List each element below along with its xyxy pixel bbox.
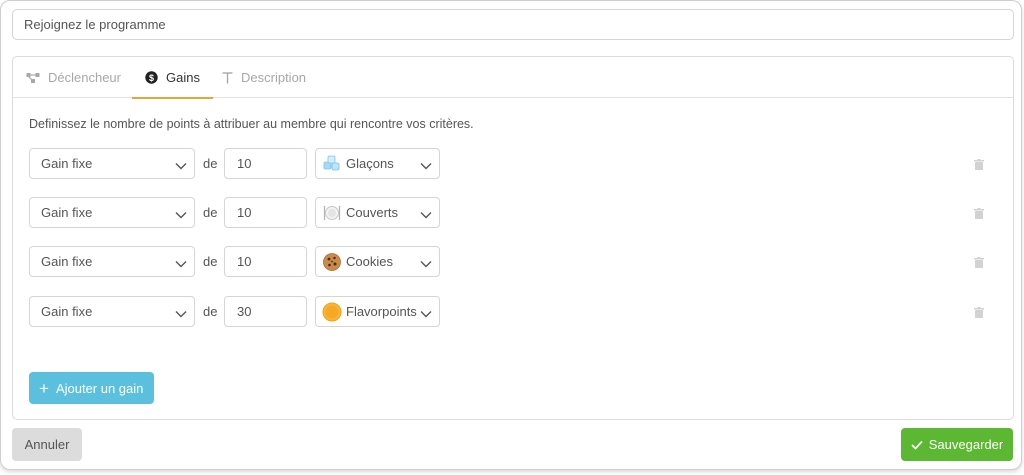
dollar-coin-icon: $ <box>145 71 158 84</box>
gain-type-value: Gain fixe <box>41 205 93 220</box>
checkmark-icon <box>911 440 923 450</box>
tab-description[interactable]: Description <box>222 57 306 98</box>
gain-type-value: Gain fixe <box>41 156 93 171</box>
gain-type-select[interactable]: Gain fixe <box>29 148 195 179</box>
chevron-down-icon <box>175 306 187 321</box>
ice-cubes-icon <box>322 154 342 174</box>
gain-row: Gain fixe de 10 <box>29 246 999 277</box>
chevron-down-icon <box>420 207 432 222</box>
add-gain-label: Ajouter un gain <box>55 380 144 396</box>
currency-value: Couverts <box>346 205 399 220</box>
gain-editor-modal: Rejoignez le programme Déclencheur $ Gai… <box>0 0 1022 470</box>
gain-row: Gain fixe de 30 Flavorpoints <box>29 296 999 327</box>
settings-panel: Déclencheur $ Gains Description Definiss… <box>12 56 1014 420</box>
gain-type-value: Gain fixe <box>41 254 93 269</box>
chevron-down-icon <box>175 256 187 271</box>
tab-declencheur[interactable]: Déclencheur <box>26 57 127 98</box>
gain-amount-input[interactable]: 10 <box>224 246 307 277</box>
chevron-down-icon <box>175 158 187 173</box>
delete-gain-trash-icon[interactable] <box>974 306 984 321</box>
amount-connector: de <box>203 156 218 171</box>
currency-value: Flavorpoints <box>346 304 417 319</box>
add-gain-button[interactable]: + Ajouter un gain <box>29 372 154 404</box>
tab-label: Déclencheur <box>48 70 121 85</box>
amount-connector: de <box>203 254 218 269</box>
chevron-down-icon <box>420 158 432 173</box>
save-label: Sauvegarder <box>928 437 1004 452</box>
currency-select[interactable]: Flavorpoints <box>315 296 440 327</box>
currency-select[interactable]: Glaçons <box>315 148 440 179</box>
currency-select[interactable]: Couverts <box>315 197 440 228</box>
gain-type-select[interactable]: Gain fixe <box>29 296 195 327</box>
cancel-button[interactable]: Annuler <box>12 428 82 461</box>
gain-amount-input[interactable]: 10 <box>224 197 307 228</box>
gain-amount-input[interactable]: 30 <box>224 296 307 327</box>
text-t-icon <box>222 71 233 84</box>
gain-amount-input[interactable]: 10 <box>224 148 307 179</box>
program-name-input[interactable]: Rejoignez le programme <box>12 9 1014 40</box>
tab-label: Description <box>241 70 307 85</box>
trigger-nodes-icon <box>26 72 40 84</box>
currency-select[interactable]: Cookies <box>315 246 440 277</box>
plus-icon: + <box>39 378 49 398</box>
chevron-down-icon <box>420 256 432 271</box>
currency-value: Glaçons <box>346 156 394 171</box>
delete-gain-trash-icon[interactable] <box>974 256 984 271</box>
plate-cutlery-icon <box>322 203 342 223</box>
delete-gain-trash-icon[interactable] <box>974 158 984 173</box>
chevron-down-icon <box>175 207 187 222</box>
gain-row: Gain fixe de 10 <box>29 197 999 228</box>
gain-row: Gain fixe de 10 Glaçons <box>29 148 999 179</box>
tab-bar: Déclencheur $ Gains Description <box>13 57 1013 99</box>
amount-connector: de <box>203 304 218 319</box>
currency-value: Cookies <box>346 254 393 269</box>
tab-label: Gains <box>166 70 200 85</box>
gains-instructions: Definissez le nombre de points à attribu… <box>29 117 474 131</box>
tab-gains[interactable]: $ Gains <box>132 57 213 99</box>
amount-connector: de <box>203 205 218 220</box>
cookie-icon <box>322 252 342 272</box>
svg-text:$: $ <box>149 73 154 83</box>
gain-type-select[interactable]: Gain fixe <box>29 246 195 277</box>
orange-coin-icon <box>322 302 342 322</box>
gain-type-select[interactable]: Gain fixe <box>29 197 195 228</box>
delete-gain-trash-icon[interactable] <box>974 207 984 222</box>
save-button[interactable]: Sauvegarder <box>901 428 1013 461</box>
chevron-down-icon <box>420 306 432 321</box>
gain-type-value: Gain fixe <box>41 304 93 319</box>
